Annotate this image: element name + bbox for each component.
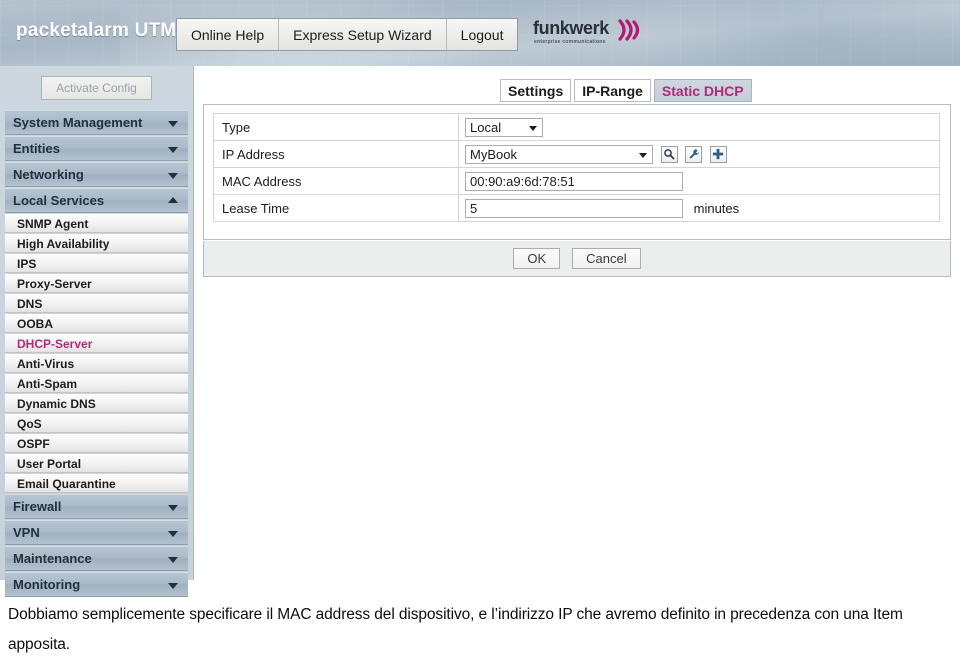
product-brand-title: packetalarm UTM: [16, 20, 177, 41]
cancel-button[interactable]: Cancel: [572, 248, 641, 269]
sidebar-group-monitoring[interactable]: Monitoring: [5, 572, 188, 597]
sidebar-navigation: Activate Config System Management Entiti…: [0, 66, 194, 597]
sidebar-item-anti-virus[interactable]: Anti-Virus: [5, 354, 188, 373]
static-dhcp-form-panel: Type Local IP Address MyBook MAC Address…: [203, 104, 951, 240]
sidebar-group-local-services[interactable]: Local Services: [5, 188, 188, 213]
nav-online-help-button[interactable]: Online Help: [177, 19, 280, 50]
ip-address-select-value: MyBook: [470, 146, 517, 162]
form-row-lease-time: Lease Time 5 minutes: [213, 194, 940, 222]
funkwerk-wave-icon: [618, 19, 640, 41]
content-tab-bar: Settings IP-Range Static DHCP: [500, 79, 752, 102]
sidebar-group-label: Firewall: [13, 499, 62, 514]
lease-time-input[interactable]: 5: [465, 198, 683, 218]
sidebar-group-vpn[interactable]: VPN: [5, 520, 188, 545]
sidebar-group-entities[interactable]: Entities: [5, 136, 188, 161]
plus-icon[interactable]: [709, 145, 727, 163]
chevron-down-icon: [168, 582, 178, 589]
sidebar-item-email-quarantine[interactable]: Email Quarantine: [5, 474, 188, 493]
sidebar-item-proxy-server[interactable]: Proxy-Server: [5, 274, 188, 293]
chevron-down-icon: [168, 146, 178, 153]
nav-logout-button[interactable]: Logout: [446, 19, 518, 50]
sidebar-item-ooba[interactable]: OOBA: [5, 314, 188, 333]
form-row-ip-address: IP Address MyBook: [213, 140, 940, 168]
sidebar-group-label: System Management: [13, 115, 143, 130]
activate-config-button[interactable]: Activate Config: [41, 76, 152, 100]
magnifier-icon[interactable]: [660, 145, 678, 163]
funkwerk-logo: funkwerk enterprise communications: [533, 18, 640, 52]
sidebar-group-label: Maintenance: [13, 551, 92, 566]
sidebar-item-user-portal[interactable]: User Portal: [5, 454, 188, 473]
sidebar-item-dynamic-dns[interactable]: Dynamic DNS: [5, 394, 188, 413]
sidebar-group-maintenance[interactable]: Maintenance: [5, 546, 188, 571]
app-header: packetalarm UTM Online Help Express Setu…: [0, 0, 960, 66]
ip-address-select[interactable]: MyBook: [465, 144, 653, 164]
sidebar-item-high-availability[interactable]: High Availability: [5, 234, 188, 253]
type-select-value: Local: [470, 119, 502, 135]
type-select[interactable]: Local: [465, 117, 543, 137]
form-label-ip-address: IP Address: [213, 140, 459, 168]
ok-button[interactable]: OK: [513, 248, 561, 269]
document-caption-text: Dobbiamo semplicemente specificare il MA…: [8, 606, 903, 653]
nav-express-setup-wizard-button[interactable]: Express Setup Wizard: [279, 19, 447, 50]
chevron-down-icon: [639, 153, 647, 158]
sidebar-item-dhcp-server[interactable]: DHCP-Server: [5, 334, 188, 353]
form-field-mac-address: 00:90:a9:6d:78:51: [458, 167, 940, 195]
chevron-down-icon: [168, 556, 178, 563]
wrench-icon[interactable]: [685, 145, 703, 163]
main-content-area: Settings IP-Range Static DHCP Type Local…: [195, 66, 960, 580]
sidebar-item-anti-spam[interactable]: Anti-Spam: [5, 374, 188, 393]
chevron-down-icon: [168, 172, 178, 179]
sidebar-item-ospf[interactable]: OSPF: [5, 434, 188, 453]
sidebar-group-label: Networking: [13, 167, 84, 182]
mac-address-input[interactable]: 00:90:a9:6d:78:51: [465, 171, 683, 191]
form-row-type: Type Local: [213, 113, 940, 141]
tab-static-dhcp[interactable]: Static DHCP: [653, 79, 752, 102]
activate-config-row: Activate Config: [5, 72, 188, 110]
sidebar-group-label: VPN: [13, 525, 40, 540]
top-navigation-bar: Online Help Express Setup Wizard Logout: [176, 18, 519, 51]
chevron-down-icon: [168, 120, 178, 127]
form-action-bar: OK Cancel: [203, 241, 951, 277]
form-label-type: Type: [213, 113, 459, 141]
tab-settings[interactable]: Settings: [500, 79, 572, 102]
lease-time-unit-label: minutes: [693, 200, 740, 216]
form-row-mac-address: MAC Address 00:90:a9:6d:78:51: [213, 167, 940, 195]
sidebar-group-label: Entities: [13, 141, 60, 156]
tab-ip-range[interactable]: IP-Range: [574, 79, 651, 102]
form-label-mac-address: MAC Address: [213, 167, 459, 195]
sidebar-group-system-management[interactable]: System Management: [5, 110, 188, 135]
sidebar-item-ips[interactable]: IPS: [5, 254, 188, 273]
funkwerk-logo-wordmark: funkwerk: [533, 18, 609, 38]
chevron-down-icon: [168, 530, 178, 537]
sidebar-item-snmp-agent[interactable]: SNMP Agent: [5, 214, 188, 233]
sidebar-item-qos[interactable]: QoS: [5, 414, 188, 433]
chevron-down-icon: [529, 126, 537, 131]
sidebar-item-dns[interactable]: DNS: [5, 294, 188, 313]
form-field-ip-address: MyBook: [458, 140, 940, 168]
static-dhcp-form-table: Type Local IP Address MyBook MAC Address…: [213, 113, 940, 222]
chevron-down-icon: [168, 504, 178, 511]
sidebar-group-networking[interactable]: Networking: [5, 162, 188, 187]
application-window: packetalarm UTM Online Help Express Setu…: [0, 0, 960, 660]
form-field-lease-time: 5 minutes: [458, 194, 940, 222]
chevron-up-icon: [168, 196, 178, 203]
form-field-type: Local: [458, 113, 940, 141]
sidebar-group-label: Local Services: [13, 193, 105, 208]
sidebar-group-firewall[interactable]: Firewall: [5, 494, 188, 519]
sidebar-group-label: Monitoring: [13, 577, 81, 592]
form-label-lease-time: Lease Time: [213, 194, 459, 222]
funkwerk-logo-tagline: enterprise communications: [534, 38, 606, 46]
